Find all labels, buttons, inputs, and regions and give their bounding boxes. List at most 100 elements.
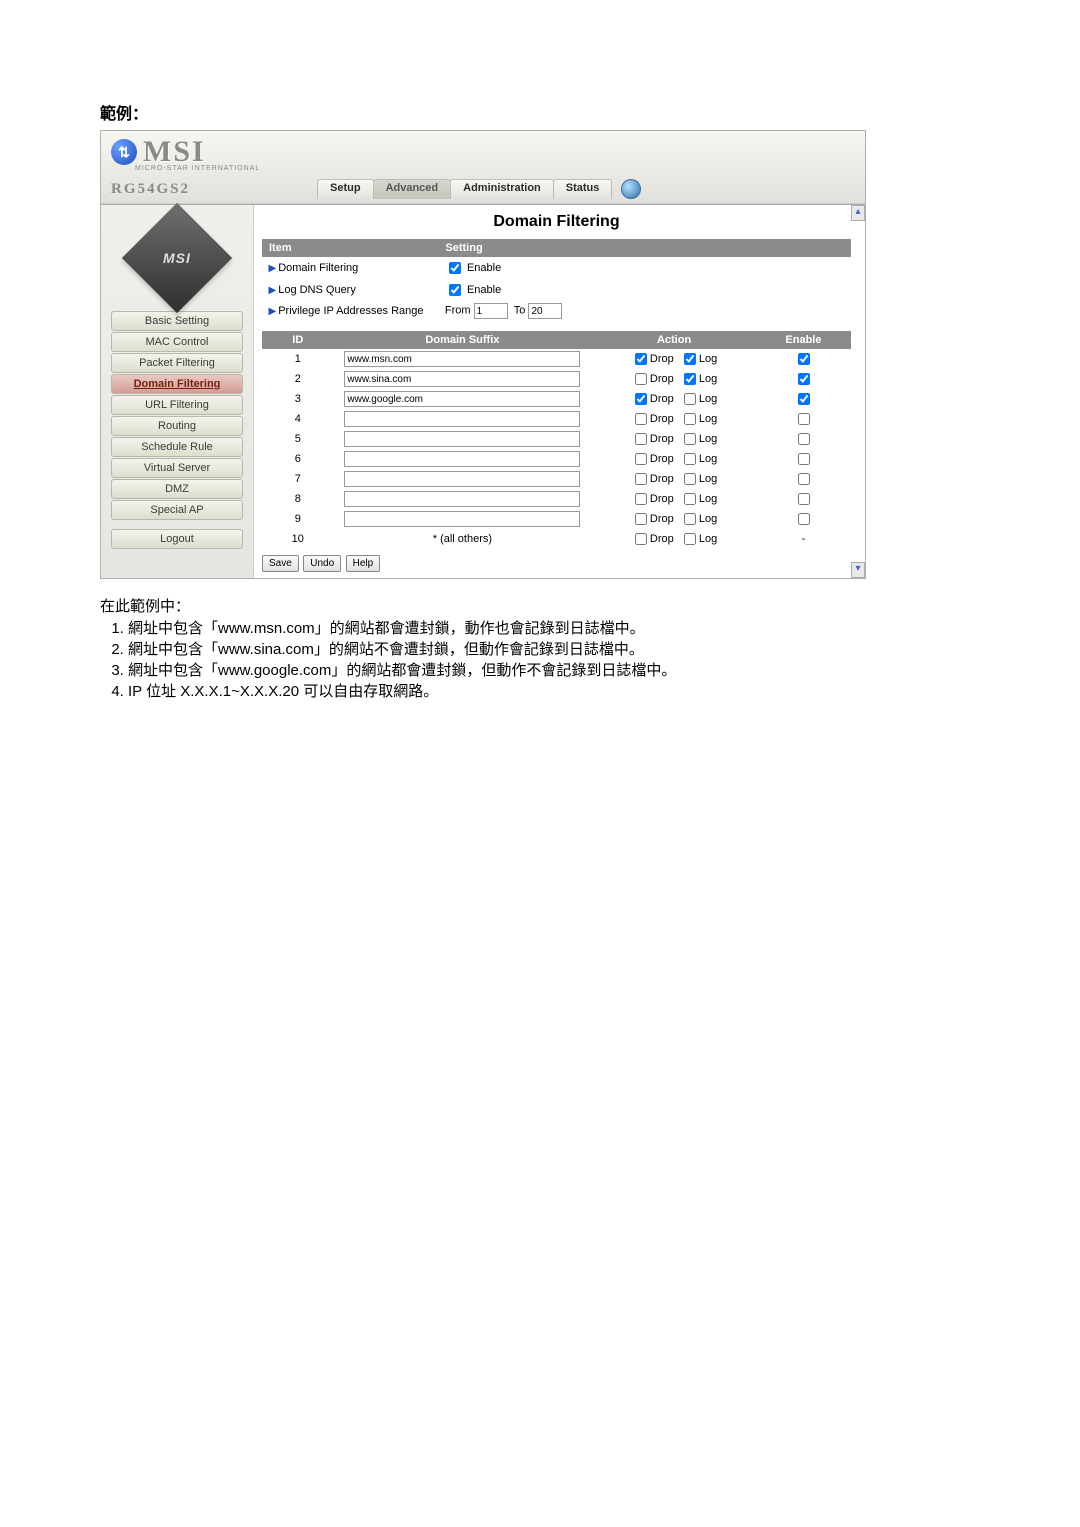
rule-enable-checkbox[interactable] [798, 413, 810, 425]
sidebar-item-schedule-rule[interactable]: Schedule Rule [111, 437, 243, 457]
th-id: ID [263, 332, 334, 349]
privilege-to-input[interactable] [528, 303, 562, 319]
privilege-from-input[interactable] [474, 303, 508, 319]
drop-label: Drop [650, 373, 674, 385]
rule-drop-checkbox[interactable] [635, 373, 647, 385]
brand-logo: ⇅ MSI [111, 135, 206, 169]
sidebar-item-packet-filtering[interactable]: Packet Filtering [111, 353, 243, 373]
rule-suffix-input[interactable] [344, 351, 580, 367]
rules-table: ID Domain Suffix Action Enable 1Drop Log… [262, 331, 851, 549]
globe-icon[interactable] [621, 179, 641, 199]
rule-enable-checkbox[interactable] [798, 373, 810, 385]
save-button[interactable]: Save [262, 555, 299, 572]
rule-suffix-input[interactable] [344, 371, 580, 387]
top-tabs: Setup Advanced Administration Status [317, 179, 641, 199]
rule-log-checkbox[interactable] [684, 533, 696, 545]
rule-log-checkbox[interactable] [684, 413, 696, 425]
rule-suffix-input[interactable] [344, 491, 580, 507]
rule-drop-checkbox[interactable] [635, 353, 647, 365]
rule-drop-checkbox[interactable] [635, 393, 647, 405]
rule-enable-checkbox[interactable] [798, 353, 810, 365]
drop-label: Drop [650, 513, 674, 525]
rule-enable-checkbox[interactable] [798, 513, 810, 525]
rule-suffix-input[interactable] [344, 451, 580, 467]
setting-label-domain-filtering: Domain Filtering [278, 262, 358, 274]
log-label: Log [699, 393, 717, 405]
rule-log-checkbox[interactable] [684, 393, 696, 405]
log-label: Log [699, 493, 717, 505]
rule-log-checkbox[interactable] [684, 433, 696, 445]
content-panel: ▴ ▾ Domain Filtering Item Setting ▶Domai… [253, 205, 865, 578]
rule-drop-checkbox[interactable] [635, 473, 647, 485]
rule-enable-checkbox[interactable] [798, 453, 810, 465]
sidebar-item-domain-filtering[interactable]: Domain Filtering [111, 374, 243, 394]
enable-log-dns-checkbox[interactable] [449, 284, 461, 296]
rule-row: 7Drop Log [263, 469, 851, 489]
th-suffix: Domain Suffix [333, 332, 592, 349]
th-action: Action [592, 332, 757, 349]
rule-drop-checkbox[interactable] [635, 453, 647, 465]
setting-label-log-dns: Log DNS Query [278, 284, 356, 296]
rule-enable-checkbox[interactable] [798, 493, 810, 505]
drop-label: Drop [650, 453, 674, 465]
sidebar-item-virtual-server[interactable]: Virtual Server [111, 458, 243, 478]
enable-domain-filtering-checkbox[interactable] [449, 262, 461, 274]
settings-table: Item Setting ▶Domain Filtering Enable ▶L… [262, 239, 851, 321]
rule-suffix-input[interactable] [344, 511, 580, 527]
rule-drop-checkbox[interactable] [635, 493, 647, 505]
rule-all-others: * (all others) [333, 529, 592, 549]
rule-log-checkbox[interactable] [684, 353, 696, 365]
note-2: 網址中包含「www.sina.com」的網站不會遭封鎖，但動作會記錄到日誌檔中。 [128, 639, 980, 660]
sidebar-item-dmz[interactable]: DMZ [111, 479, 243, 499]
rule-suffix-input[interactable] [344, 391, 580, 407]
rule-suffix-input[interactable] [344, 431, 580, 447]
page-title: Domain Filtering [262, 205, 851, 239]
rule-enable-dash: - [756, 529, 850, 549]
scroll-down-icon[interactable]: ▾ [851, 562, 865, 578]
rule-suffix-input[interactable] [344, 411, 580, 427]
drop-label: Drop [650, 353, 674, 365]
col-item: Item [263, 240, 439, 257]
rule-enable-checkbox[interactable] [798, 433, 810, 445]
sidebar-item-special-ap[interactable]: Special AP [111, 500, 243, 520]
rule-drop-checkbox[interactable] [635, 433, 647, 445]
sidebar-item-logout[interactable]: Logout [111, 529, 243, 549]
tab-setup[interactable]: Setup [317, 179, 374, 199]
sidebar-logo-icon: MSI [122, 203, 232, 313]
rule-suffix-input[interactable] [344, 471, 580, 487]
rule-enable-checkbox[interactable] [798, 473, 810, 485]
rule-row: 9Drop Log [263, 509, 851, 529]
rule-drop-checkbox[interactable] [635, 513, 647, 525]
enable-label: Enable [467, 284, 501, 296]
sidebar-item-routing[interactable]: Routing [111, 416, 243, 436]
logo-badge-icon: ⇅ [111, 139, 137, 165]
from-label: From [445, 305, 471, 317]
sidebar-item-basic-setting[interactable]: Basic Setting [111, 311, 243, 331]
rule-drop-checkbox[interactable] [635, 413, 647, 425]
undo-button[interactable]: Undo [303, 555, 341, 572]
help-button[interactable]: Help [346, 555, 381, 572]
rule-enable-checkbox[interactable] [798, 393, 810, 405]
page-header: ⇅ MSI MICRO-STAR INTERNATIONAL RG54GS2 S… [101, 131, 865, 204]
rule-log-checkbox[interactable] [684, 513, 696, 525]
rule-id: 1 [263, 349, 334, 370]
rule-log-checkbox[interactable] [684, 453, 696, 465]
tab-administration[interactable]: Administration [450, 179, 554, 199]
sidebar-item-mac-control[interactable]: MAC Control [111, 332, 243, 352]
rule-id: 3 [263, 389, 334, 409]
logo-text: MSI [143, 135, 206, 169]
rule-drop-checkbox[interactable] [635, 533, 647, 545]
notes-section: 在此範例中： 網址中包含「www.msn.com」的網站都會遭封鎖，動作也會記錄… [100, 595, 980, 702]
rule-log-checkbox[interactable] [684, 373, 696, 385]
log-label: Log [699, 353, 717, 365]
rule-log-checkbox[interactable] [684, 473, 696, 485]
sidebar-item-url-filtering[interactable]: URL Filtering [111, 395, 243, 415]
tab-advanced[interactable]: Advanced [373, 179, 452, 199]
tab-status[interactable]: Status [553, 179, 613, 199]
model-name: RG54GS2 [111, 181, 190, 198]
enable-label: Enable [467, 262, 501, 274]
drop-label: Drop [650, 413, 674, 425]
rule-row: 6Drop Log [263, 449, 851, 469]
rule-log-checkbox[interactable] [684, 493, 696, 505]
scroll-up-icon[interactable]: ▴ [851, 205, 865, 221]
